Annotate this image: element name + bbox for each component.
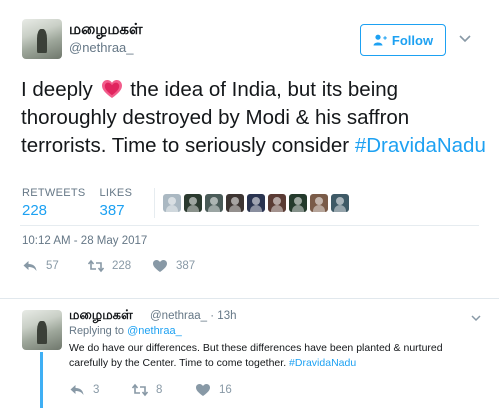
like-button[interactable]: 387	[152, 259, 195, 273]
replying-to: Replying to @nethraa_	[69, 325, 182, 337]
retweet-icon	[132, 383, 148, 397]
heart-emoji-icon	[101, 80, 122, 98]
replying-prefix: Replying to	[69, 325, 125, 337]
retweets-stat[interactable]: RETWEETS 228	[22, 187, 86, 219]
reply-count: 3	[93, 384, 100, 396]
follow-label: Follow	[391, 32, 434, 48]
default-avatar-icon[interactable]	[163, 194, 181, 212]
heart-icon	[196, 384, 210, 396]
retweet-icon	[88, 259, 104, 273]
reply-icon	[23, 261, 37, 271]
like-count: 387	[176, 260, 196, 272]
retweet-button[interactable]: 228	[88, 259, 131, 273]
liker-avatar[interactable]	[310, 194, 328, 212]
retweet-count: 228	[112, 260, 132, 272]
liker-avatar[interactable]	[268, 194, 286, 212]
timestamp[interactable]: 10:12 AM - 28 May 2017	[22, 235, 147, 247]
reply-button[interactable]: 57	[22, 259, 59, 273]
like-button[interactable]: 16	[195, 383, 232, 397]
tweet-stats: RETWEETS 228 LIKES 387	[22, 187, 146, 219]
tweet-text-start: I deeply	[21, 78, 93, 101]
reply-author-name[interactable]: மழைமகள்	[69, 308, 133, 324]
thread-separator	[0, 298, 499, 299]
liker-avatar[interactable]	[289, 194, 307, 212]
chevron-down-icon[interactable]	[470, 312, 482, 324]
liker-avatar[interactable]	[226, 194, 244, 212]
liker-avatars	[163, 194, 349, 212]
like-count: 16	[219, 384, 232, 396]
reply-button[interactable]: 3	[69, 383, 99, 397]
retweet-count: 8	[156, 384, 163, 396]
retweet-button[interactable]: 8	[132, 383, 162, 397]
hashtag-link[interactable]: #DravidaNadu	[289, 357, 356, 369]
reply-text-body: We do have our differences. But these di…	[69, 342, 443, 369]
hashtag-link[interactable]: #DravidaNadu	[355, 134, 486, 157]
reply-text: We do have our differences. But these di…	[69, 341, 469, 371]
replying-handle-link[interactable]: @nethraa_	[127, 325, 182, 337]
likes-label: LIKES	[99, 187, 133, 199]
thread-connector	[40, 352, 43, 408]
reply-icon	[70, 385, 84, 395]
stats-divider	[154, 188, 155, 218]
heart-icon	[153, 260, 167, 272]
retweets-label: RETWEETS	[22, 187, 86, 199]
liker-avatar[interactable]	[184, 194, 202, 212]
liker-avatar[interactable]	[331, 194, 349, 212]
likes-stat[interactable]: LIKES 387	[100, 187, 133, 219]
likes-count: 387	[99, 202, 125, 219]
follow-button[interactable]: Follow	[360, 24, 446, 56]
author-handle[interactable]: @nethraa_	[69, 40, 134, 55]
follow-person-plus-icon	[373, 34, 387, 46]
liker-avatar[interactable]	[247, 194, 265, 212]
chevron-down-icon[interactable]	[458, 31, 472, 45]
divider	[20, 225, 479, 226]
tweet-text: I deeply the idea of India, but its bein…	[21, 76, 491, 160]
liker-avatar[interactable]	[205, 194, 223, 212]
main-tweet: மழைமகள் @nethraa_ Follow I deeply the id…	[0, 0, 499, 298]
reply-handle-time[interactable]: @nethraa_ · 13h	[150, 310, 236, 322]
author-name[interactable]: மழைமகள்	[69, 20, 143, 40]
avatar[interactable]	[22, 310, 62, 350]
avatar[interactable]	[22, 19, 62, 59]
retweets-count: 228	[22, 202, 48, 219]
reply-count: 57	[46, 260, 59, 272]
